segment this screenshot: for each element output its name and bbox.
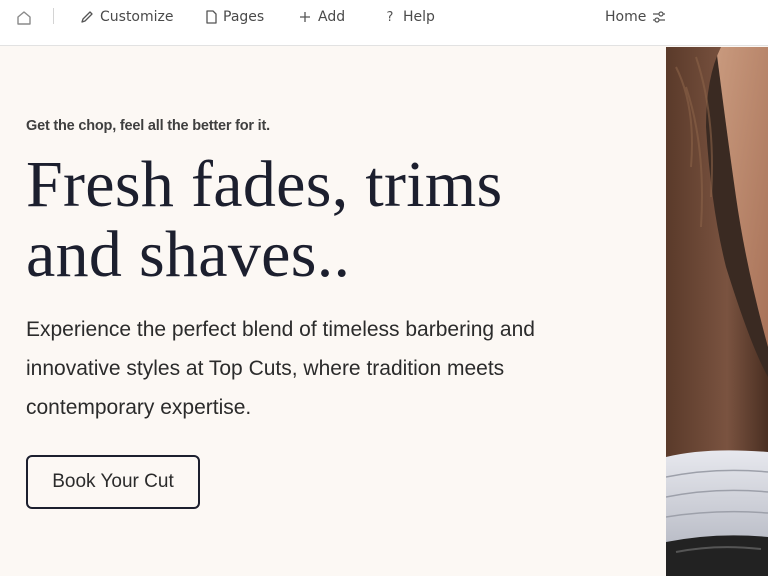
headline-line-2: and shaves.. [26,218,351,291]
customize-button[interactable]: Customize [80,7,174,27]
hero-description: Experience the perfect blend of timeless… [26,318,535,419]
pages-label: Pages [223,9,265,25]
plus-icon [298,10,312,24]
sliders-icon [652,10,666,24]
book-cut-button[interactable]: Book Your Cut [26,455,200,509]
headline-line-1: Fresh fades, trims [26,148,503,221]
page-selector[interactable]: Home [605,7,666,27]
pencil-icon [80,10,94,24]
editor-toolbar: Customize Pages Add ? Help Home [0,0,768,46]
home-icon[interactable] [14,8,34,28]
hero-tagline: Get the chop, feel all the better for it… [26,118,270,134]
question-icon: ? [386,9,394,25]
pages-button[interactable]: Pages [205,7,264,27]
help-label: Help [403,9,435,25]
toolbar-divider [53,8,54,24]
add-button[interactable]: Add [298,7,345,27]
customize-label: Customize [100,9,174,25]
page-icon [205,10,217,24]
help-button[interactable]: ? Help [383,7,435,27]
hero-headline: Fresh fades, trims and shaves.. [26,150,626,290]
page-selector-label: Home [605,9,647,25]
barber-client-photo [666,47,768,576]
add-label: Add [318,9,346,25]
